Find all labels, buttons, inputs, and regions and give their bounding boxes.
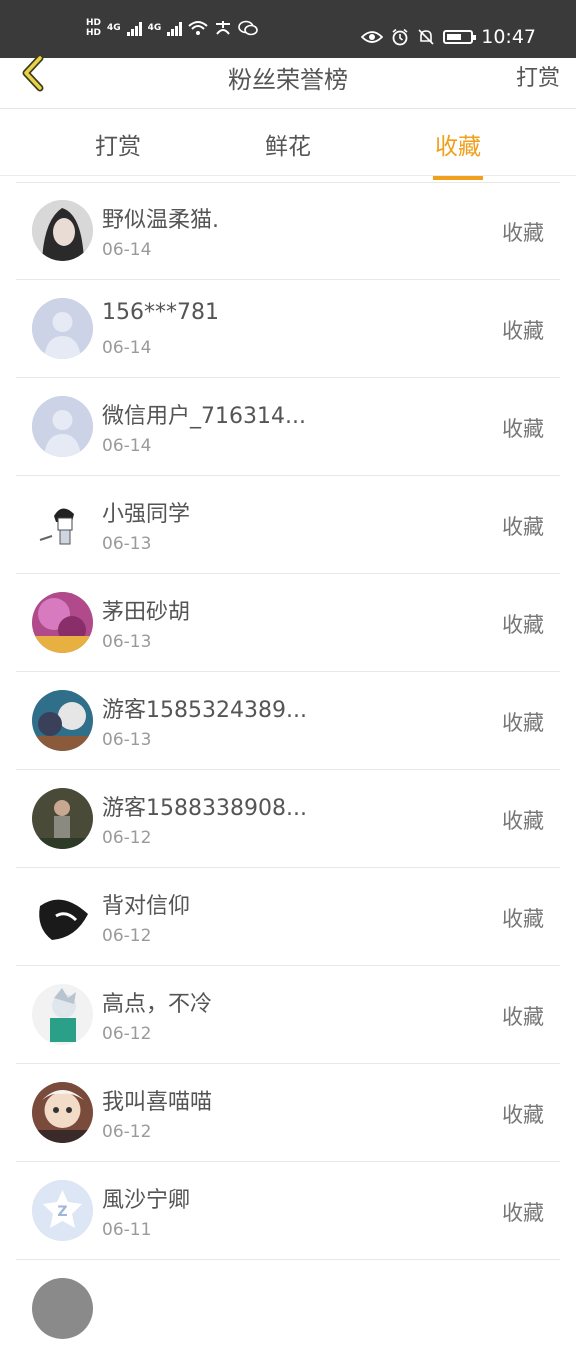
list-item[interactable]: 小强同学 06-13 收藏 <box>16 476 560 574</box>
list-item[interactable]: 野似温柔猫. 06-14 收藏 <box>16 182 560 280</box>
status-left-icons: HD HD 4G 4G <box>86 18 259 38</box>
action-label: 收藏 <box>502 809 544 833</box>
user-name: 野似温柔猫. <box>102 208 219 233</box>
list-item[interactable]: 156***781 06-14 收藏 <box>16 280 560 378</box>
action-label: 收藏 <box>502 613 544 637</box>
page-title: 粉丝荣誉榜 <box>228 66 348 94</box>
avatar <box>32 592 93 653</box>
list-item[interactable]: 游客1588338908... 06-12 收藏 <box>16 770 560 868</box>
date: 06-13 <box>102 730 152 750</box>
tab-bar: 打赏 鲜花 收藏 <box>0 109 576 180</box>
user-name: 風沙宁卿 <box>102 1188 191 1213</box>
action-label: 收藏 <box>502 1201 544 1225</box>
avatar <box>32 886 93 947</box>
user-name: 背对信仰 <box>102 894 191 919</box>
list-item[interactable]: 背对信仰 06-12 收藏 <box>16 868 560 966</box>
avatar <box>32 1082 93 1143</box>
avatar <box>32 1278 93 1339</box>
app-header: 粉丝荣誉榜 打赏 <box>0 54 576 109</box>
status-right-icons: 10:47 <box>361 26 536 48</box>
active-tab-indicator <box>433 176 483 180</box>
date: 06-12 <box>102 1122 152 1142</box>
battery-icon <box>443 30 477 44</box>
action-label: 收藏 <box>502 515 544 539</box>
wechat-icon <box>238 20 259 36</box>
signal-icon <box>126 20 142 36</box>
avatar <box>32 788 93 849</box>
alarm-icon <box>392 28 408 46</box>
user-name: 高点，不冷 <box>102 992 213 1017</box>
wifi-icon <box>188 21 208 35</box>
avatar <box>32 200 93 261</box>
action-label: 收藏 <box>502 221 544 245</box>
user-name: 游客1585324389... <box>102 698 307 723</box>
avatar: Z <box>32 1180 93 1241</box>
date: 06-11 <box>102 1220 152 1240</box>
action-label: 收藏 <box>502 907 544 931</box>
action-label: 收藏 <box>502 711 544 735</box>
clock: 10:47 <box>481 26 536 48</box>
date: 06-12 <box>102 926 152 946</box>
alipay-icon <box>216 21 231 35</box>
avatar <box>32 396 93 457</box>
date: 06-14 <box>102 436 152 456</box>
user-name: 小强同学 <box>102 502 191 527</box>
date: 06-14 <box>102 240 152 260</box>
network-type-1: 4G <box>107 23 121 33</box>
date: 06-12 <box>102 828 152 848</box>
status-bar: HD HD 4G 4G 10:47 <box>0 0 576 58</box>
hd-indicator: HD HD <box>86 18 102 38</box>
list-item[interactable]: 游客1585324389... 06-13 收藏 <box>16 672 560 770</box>
date: 06-13 <box>102 632 152 652</box>
list-item[interactable]: 茅田砂胡 06-13 收藏 <box>16 574 560 672</box>
action-label: 收藏 <box>502 417 544 441</box>
user-name: 我叫喜喵喵 <box>102 1090 213 1115</box>
list-item[interactable]: 高点，不冷 06-12 收藏 <box>16 966 560 1064</box>
signal-icon <box>167 20 183 36</box>
list-item[interactable]: Z 風沙宁卿 06-11 收藏 <box>16 1162 560 1260</box>
date: 06-12 <box>102 1024 152 1044</box>
user-name: 茅田砂胡 <box>102 600 191 625</box>
reward-button[interactable]: 打赏 <box>516 60 560 92</box>
date: 06-14 <box>102 338 152 358</box>
tab-reward[interactable]: 打赏 <box>68 127 168 161</box>
action-label: 收藏 <box>502 319 544 343</box>
avatar <box>32 494 93 555</box>
action-label: 收藏 <box>502 1005 544 1029</box>
tab-favorites[interactable]: 收藏 <box>408 127 508 180</box>
user-name: 156***781 <box>102 300 219 325</box>
network-type-2: 4G <box>147 23 162 33</box>
user-name: 游客1588338908... <box>102 796 307 821</box>
svg-text:Z: Z <box>57 1204 67 1220</box>
fan-list: 野似温柔猫. 06-14 收藏 156***781 06-14 收藏 微信用户_… <box>16 182 560 1357</box>
avatar <box>32 298 93 359</box>
list-item-partial[interactable] <box>16 1260 560 1357</box>
avatar <box>32 984 93 1045</box>
avatar <box>32 690 93 751</box>
mute-bell-icon <box>418 29 434 45</box>
list-item[interactable]: 我叫喜喵喵 06-12 收藏 <box>16 1064 560 1162</box>
list-item[interactable]: 微信用户_716314... 06-14 收藏 <box>16 378 560 476</box>
user-name: 微信用户_716314... <box>102 404 306 429</box>
date: 06-13 <box>102 534 152 554</box>
action-label: 收藏 <box>502 1103 544 1127</box>
tab-flowers[interactable]: 鲜花 <box>238 127 338 161</box>
eye-icon <box>361 31 384 43</box>
